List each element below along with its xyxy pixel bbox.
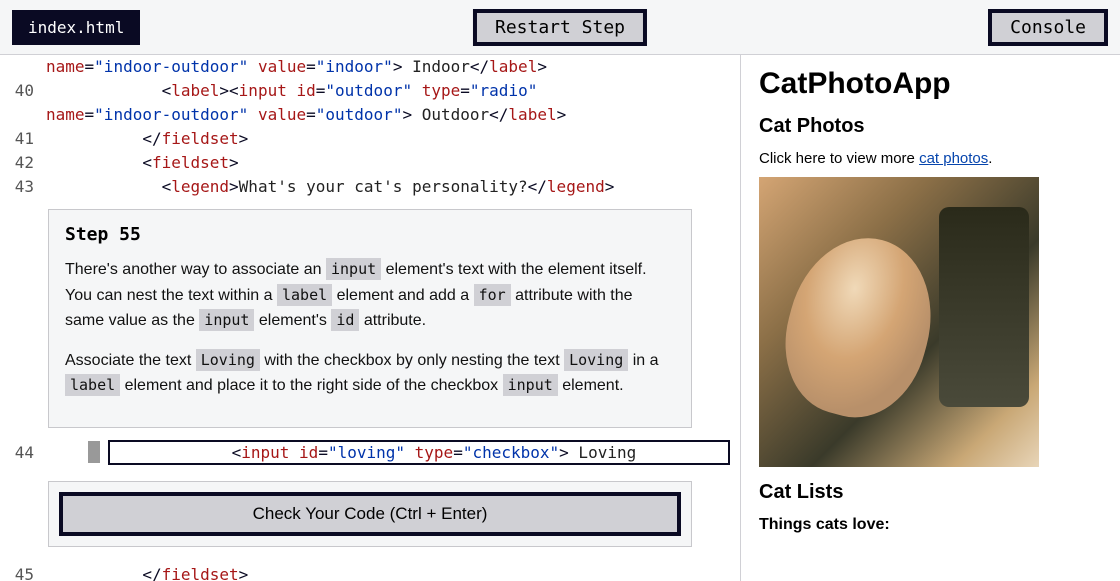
- preview-pane: CatPhotoApp Cat Photos Click here to vie…: [740, 55, 1120, 581]
- restart-step-button[interactable]: Restart Step: [473, 9, 647, 46]
- check-button-wrap: Check Your Code (Ctrl + Enter): [48, 481, 692, 547]
- main-area: name="indoor-outdoor" value="indoor"> In…: [0, 55, 1120, 581]
- step-paragraph-2: Associate the text Loving with the check…: [65, 348, 675, 399]
- console-button[interactable]: Console: [988, 9, 1108, 46]
- code-block-after: 45 </fieldset>: [0, 563, 740, 581]
- step-title: Step 55: [65, 224, 675, 245]
- preview-text: Click here to view more: [759, 150, 919, 167]
- preview-period: .: [988, 150, 992, 167]
- line-number: 44: [0, 443, 46, 462]
- step-paragraph-1: There's another way to associate an inpu…: [65, 257, 675, 334]
- code-line: 45 </fieldset>: [0, 563, 740, 581]
- editable-gutter-marker: [88, 441, 100, 463]
- code-line: 43 <legend>What's your cat's personality…: [0, 175, 740, 199]
- code-block-before: name="indoor-outdoor" value="indoor"> In…: [0, 55, 740, 199]
- inline-code: input: [326, 258, 381, 280]
- editable-code-input[interactable]: <input id="loving" type="checkbox"> Lovi…: [108, 440, 730, 465]
- preview-link-paragraph: Click here to view more cat photos.: [759, 150, 1102, 167]
- inline-code: label: [65, 374, 120, 396]
- code-line: 40 <label><input id="outdoor" type="radi…: [0, 79, 740, 103]
- step-instructions-panel: Step 55 There's another way to associate…: [48, 209, 692, 428]
- file-tab[interactable]: index.html: [12, 10, 140, 45]
- editable-code-row: 44 <input id="loving" type="checkbox"> L…: [0, 438, 740, 467]
- editor-pane[interactable]: name="indoor-outdoor" value="indoor"> In…: [0, 55, 740, 581]
- cat-photos-link[interactable]: cat photos: [919, 150, 988, 167]
- inline-code: Loving: [196, 349, 260, 371]
- inline-code: input: [503, 374, 558, 396]
- step-body: There's another way to associate an inpu…: [65, 257, 675, 399]
- inline-code: input: [199, 309, 254, 331]
- preview-h2-lists: Cat Lists: [759, 481, 1102, 504]
- code-line: 42 <fieldset>: [0, 151, 740, 175]
- cat-image: [759, 177, 1039, 467]
- inline-code: for: [474, 284, 511, 306]
- preview-h1: CatPhotoApp: [759, 67, 1102, 101]
- code-line: 41 </fieldset>: [0, 127, 740, 151]
- inline-code: label: [277, 284, 332, 306]
- top-bar: index.html Restart Step Console: [0, 0, 1120, 55]
- check-code-button[interactable]: Check Your Code (Ctrl + Enter): [59, 492, 681, 536]
- inline-code: id: [331, 309, 359, 331]
- preview-h3-love: Things cats love:: [759, 516, 1102, 534]
- preview-h2-photos: Cat Photos: [759, 115, 1102, 138]
- inline-code: Loving: [564, 349, 628, 371]
